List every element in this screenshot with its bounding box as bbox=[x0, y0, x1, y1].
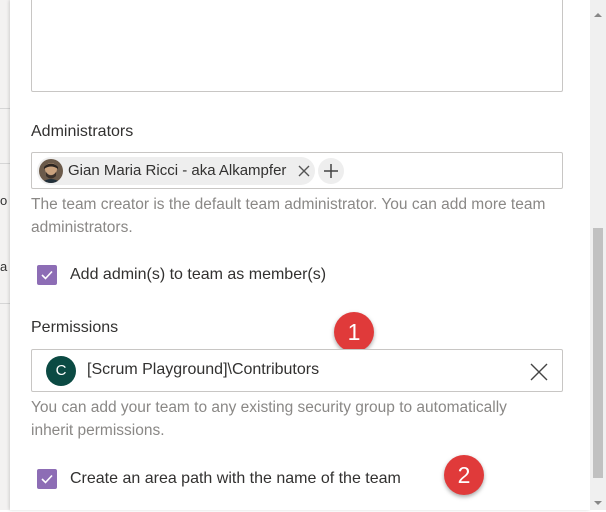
administrators-label: Administrators bbox=[31, 123, 134, 140]
background-text-fragment: a bbox=[0, 259, 8, 274]
add-admins-as-members-label: Add admin(s) to team as member(s) bbox=[70, 266, 327, 283]
scrollbar-thumb[interactable] bbox=[593, 228, 603, 478]
create-area-path-checkbox[interactable] bbox=[37, 469, 57, 489]
scroll-down-icon[interactable] bbox=[594, 494, 602, 505]
clear-group-icon[interactable] bbox=[529, 362, 549, 382]
background-divider bbox=[0, 303, 10, 304]
checkmark-icon bbox=[41, 270, 53, 280]
description-textarea[interactable] bbox=[31, 0, 563, 92]
permissions-help-text: You can add your team to any existing se… bbox=[31, 399, 507, 439]
administrator-chip: Gian Maria Ricci - aka Alkampfer bbox=[37, 157, 315, 185]
permissions-picker[interactable]: C [Scrum Playground]\Contributors bbox=[31, 349, 563, 392]
avatar bbox=[39, 159, 63, 183]
administrators-picker[interactable]: Gian Maria Ricci - aka Alkampfer bbox=[31, 152, 563, 189]
background-divider bbox=[0, 108, 10, 109]
checkmark-icon bbox=[41, 474, 53, 484]
background-page: o a bbox=[0, 0, 10, 510]
administrator-name: Gian Maria Ricci - aka Alkampfer bbox=[68, 162, 287, 179]
plus-icon bbox=[324, 164, 338, 178]
security-group-name: [Scrum Playground]\Contributors bbox=[87, 361, 320, 378]
background-divider bbox=[0, 163, 10, 164]
scroll-up-icon[interactable] bbox=[594, 6, 602, 17]
group-avatar: C bbox=[46, 356, 76, 386]
annotation-callout-2: 2 bbox=[444, 455, 484, 495]
annotation-callout-1: 1 bbox=[334, 312, 374, 352]
add-admins-as-members-checkbox[interactable] bbox=[37, 265, 57, 285]
panel-scrollbar[interactable] bbox=[590, 0, 606, 510]
add-administrator-button[interactable] bbox=[318, 158, 344, 184]
administrators-help-text: The team creator is the default team adm… bbox=[31, 196, 546, 236]
remove-administrator-icon[interactable] bbox=[296, 163, 312, 179]
permissions-label: Permissions bbox=[31, 319, 119, 336]
background-text-fragment: o bbox=[0, 193, 8, 208]
create-area-path-label: Create an area path with the name of the… bbox=[70, 470, 401, 487]
